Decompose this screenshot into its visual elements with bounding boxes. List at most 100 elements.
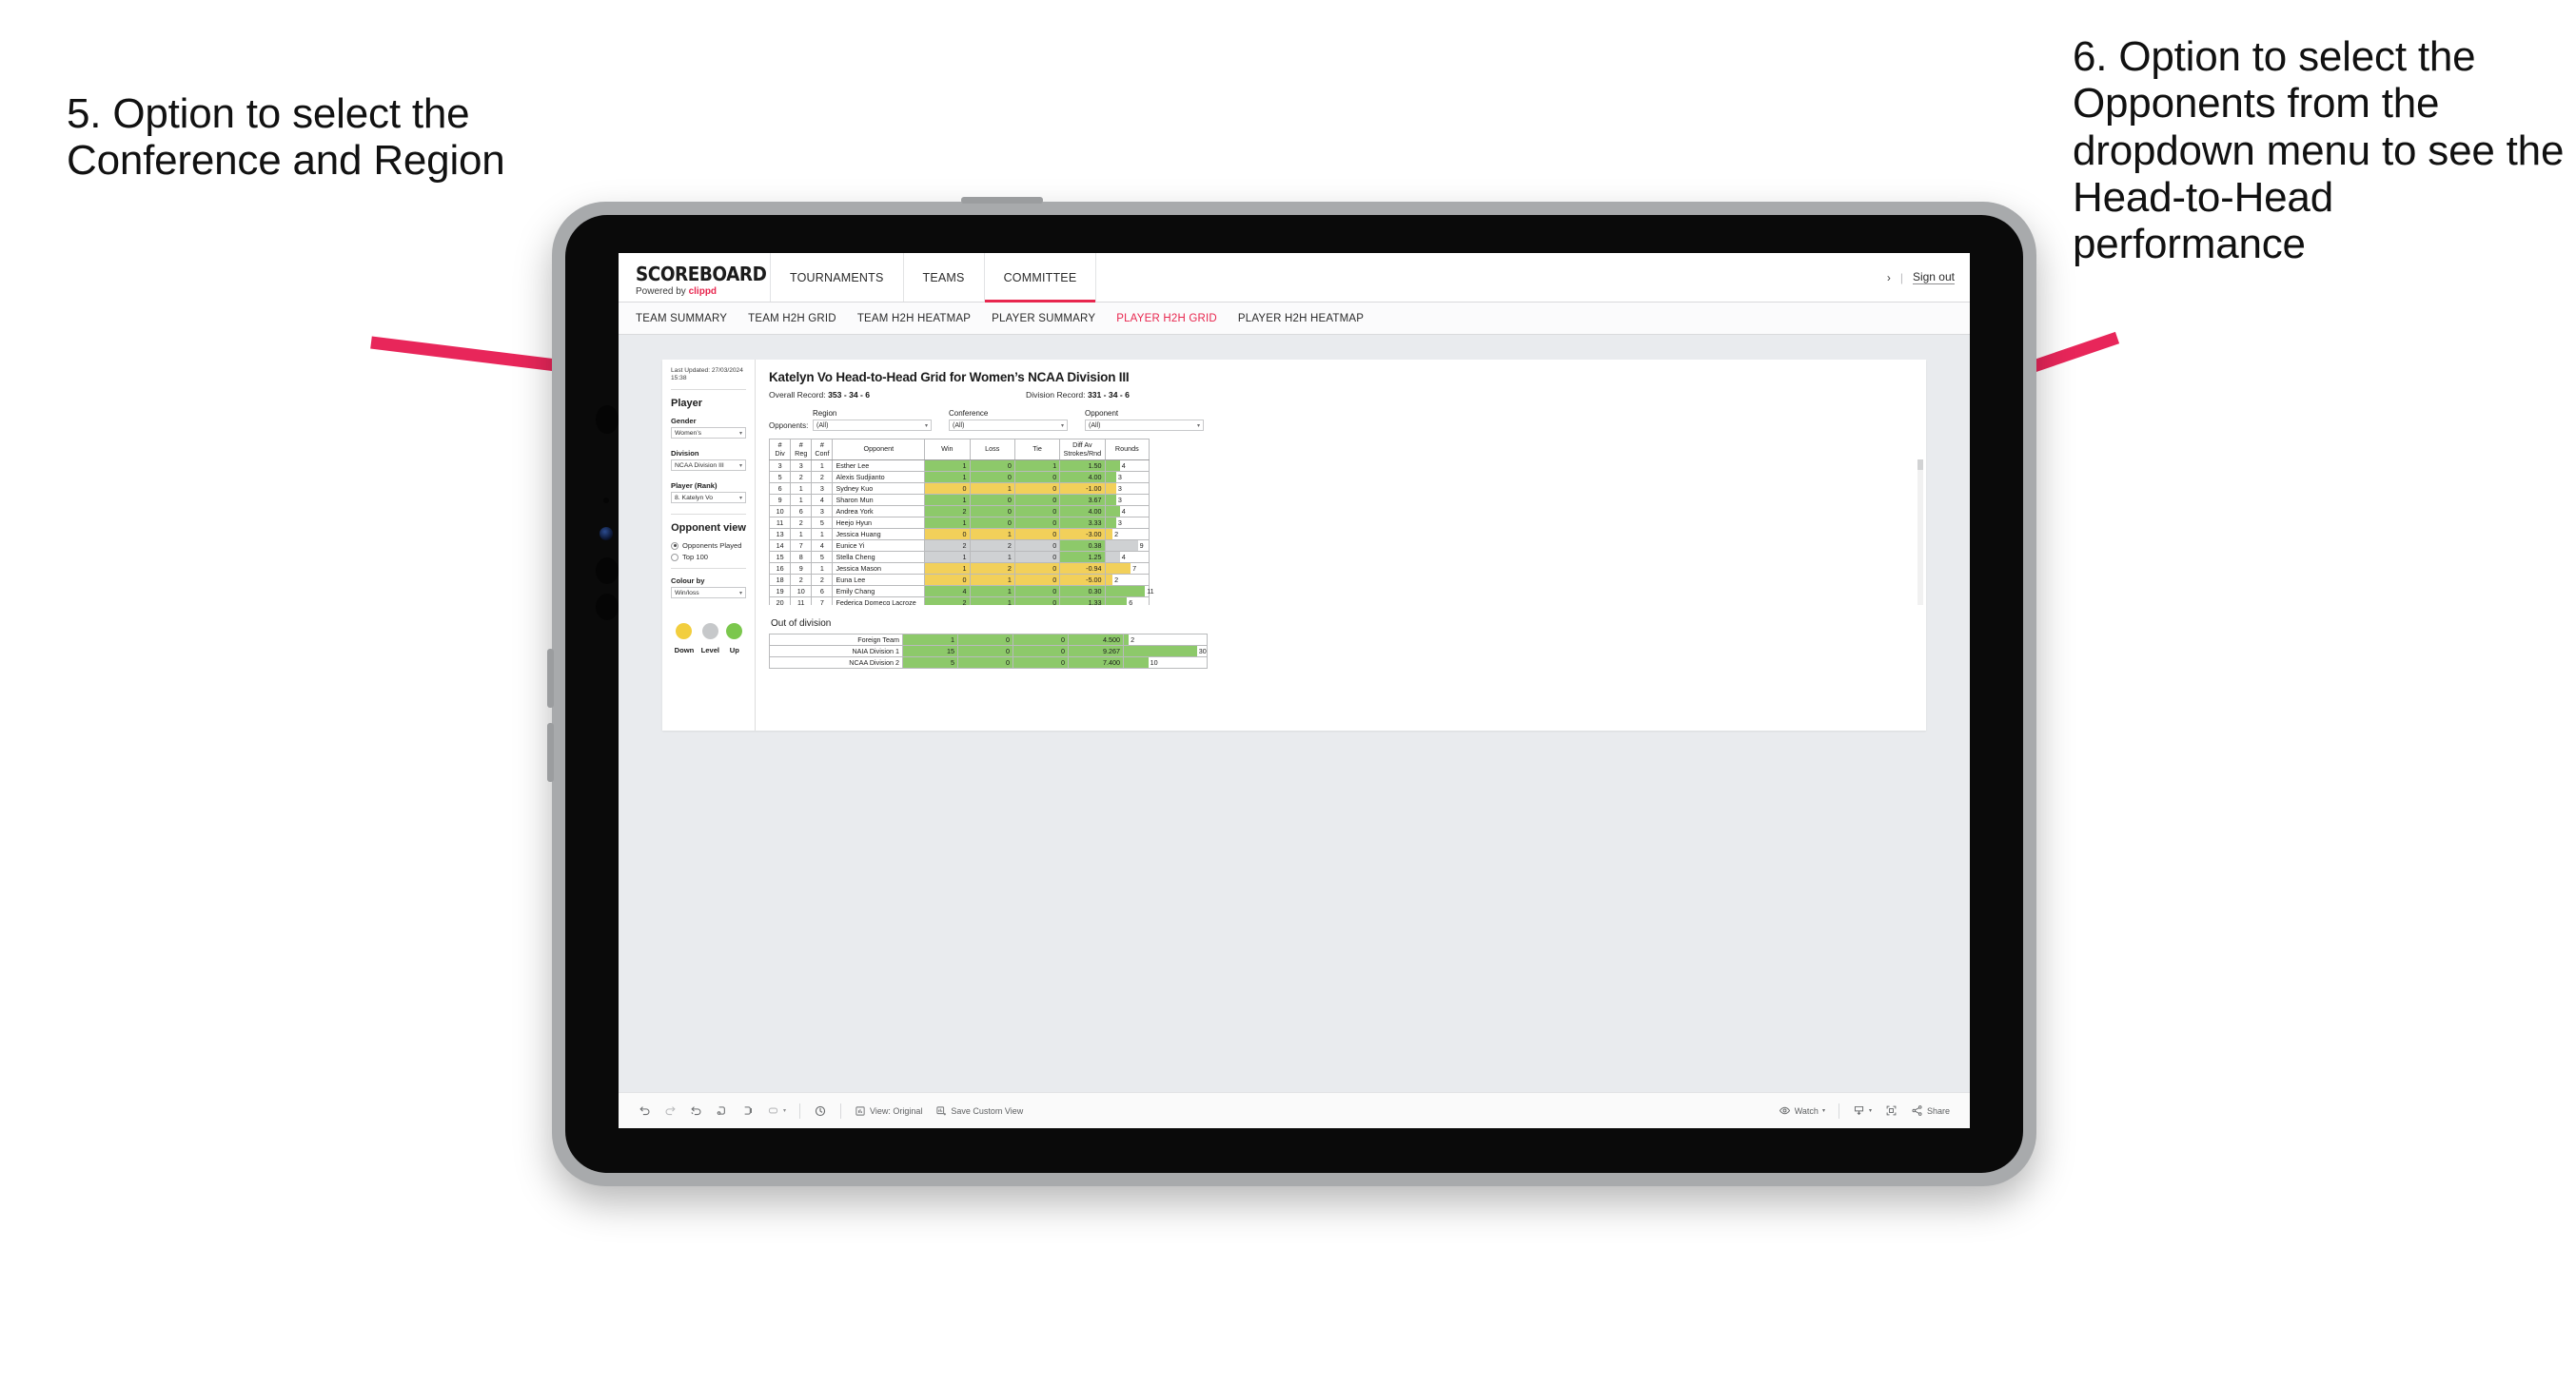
out-of-division-title: Out of division (771, 618, 832, 629)
cell-reg: 2 (790, 471, 813, 483)
share-button[interactable]: Share (1904, 1104, 1957, 1117)
player-rank-field-label: Player (Rank) (671, 481, 718, 491)
grid-scrollbar-thumb[interactable] (1917, 459, 1923, 470)
radio-opponents-played[interactable]: Opponents Played (671, 541, 746, 550)
rounds-bar (1105, 575, 1113, 585)
cell-reg: 1 (790, 482, 813, 495)
out-of-division-row[interactable]: NCAA Division 2 5 0 0 7.400 10 (769, 656, 1208, 669)
topnav-item-tournaments[interactable]: TOURNAMENTS (771, 253, 904, 302)
topnav-item-committee[interactable]: COMMITTEE (984, 253, 1097, 303)
colour-by-dropdown[interactable]: Win/loss ▾ (671, 587, 746, 599)
radio-icon-unselected (671, 553, 678, 561)
radio-top-100[interactable]: Top 100 (671, 553, 746, 561)
cell-rounds: 9 (1104, 539, 1150, 552)
rounds-bar (1105, 506, 1120, 517)
brand-title: SCOREBOARD (636, 262, 767, 285)
col-header-reg-line2: Reg (795, 448, 808, 458)
division-dropdown[interactable]: NCAA Division III ▾ (671, 459, 746, 472)
grid-vertical-scrollbar[interactable] (1917, 459, 1923, 605)
radio-icon-selected (671, 541, 678, 550)
table-row[interactable]: 19 10 6 Emily Chang 4 1 0 0.30 11 (769, 585, 1154, 597)
sign-out-link[interactable]: Sign out (1912, 270, 1955, 284)
subnav-item-team-h2h-grid[interactable]: TEAM H2H GRID (748, 313, 857, 324)
table-row[interactable]: 3 3 1 Esther Lee 1 0 1 1.50 4 (769, 459, 1150, 472)
cell-tie: 0 (1013, 494, 1061, 506)
fullscreen-button[interactable] (1878, 1104, 1904, 1117)
subnav-item-team-h2h-heatmap[interactable]: TEAM H2H HEATMAP (857, 313, 992, 324)
table-row[interactable]: 13 1 1 Jessica Huang 0 1 0 -3.00 2 (769, 528, 1150, 540)
cell-opponent: Federica Domecq Lacroze (832, 596, 926, 605)
subnav-item-player-h2h-heatmap[interactable]: PLAYER H2H HEATMAP (1238, 313, 1385, 324)
table-row[interactable]: 10 6 3 Andrea York 2 0 0 4.00 4 (769, 505, 1150, 517)
cell-diff-av-strokes: -1.00 (1059, 482, 1106, 495)
cell-tie: 0 (1013, 539, 1061, 552)
toolbar-divider-1 (799, 1103, 801, 1119)
cell-ood-loss: 0 (957, 656, 1013, 669)
page-title: Katelyn Vo Head-to-Head Grid for Women’s… (769, 370, 1130, 384)
pause-auto-update-button[interactable] (735, 1104, 760, 1117)
main-content: Katelyn Vo Head-to-Head Grid for Women’s… (756, 360, 1926, 731)
division-value: NCAA Division III (675, 461, 724, 469)
volume-down-button[interactable] (547, 723, 554, 782)
filter-row: Opponents: Region (All) ▾ Conference (Al… (769, 409, 1915, 431)
subnav-item-team-summary[interactable]: TEAM SUMMARY (636, 313, 748, 324)
table-row[interactable]: 15 8 5 Stella Cheng 1 1 0 1.25 4 (769, 551, 1150, 563)
cell-rounds: 2 (1104, 574, 1150, 586)
legend-label-down: Down (674, 646, 695, 655)
head-to-head-grid-scroll[interactable]: #Div #Reg #Conf Opponent Win Loss Tie (769, 439, 1915, 605)
grid-header-row: #Div #Reg #Conf Opponent Win Loss Tie (769, 439, 1150, 460)
revert-button[interactable] (683, 1104, 709, 1117)
gender-dropdown[interactable]: Women’s ▾ (671, 427, 746, 439)
table-row[interactable]: 18 2 2 Euna Lee 0 1 0 -5.00 2 (769, 574, 1150, 586)
player-rank-dropdown[interactable]: 8. Katelyn Vo ▾ (671, 492, 746, 504)
rounds-value: 7 (1132, 564, 1137, 573)
cell-loss: 1 (969, 585, 1015, 597)
redo-button[interactable] (658, 1104, 683, 1117)
out-of-division-row[interactable]: NAIA Division 1 15 0 0 9.267 30 (769, 645, 1208, 657)
rounds-value: 9 (1139, 541, 1144, 550)
rounds-bar (1105, 540, 1138, 551)
undo-button[interactable] (632, 1104, 658, 1117)
cell-reg: 1 (790, 494, 813, 506)
conference-filter-label: Conference (949, 409, 989, 418)
power-button[interactable] (961, 197, 1043, 204)
cell-ood-win: 5 (902, 656, 958, 669)
table-row[interactable]: 5 2 2 Alexis Sudjianto 1 0 0 4.00 3 (769, 471, 1150, 483)
download-button[interactable]: ▾ (1846, 1104, 1878, 1117)
region-dropdown[interactable]: (All) ▾ (813, 420, 932, 431)
cell-div: 19 (769, 585, 792, 597)
cell-opponent: Jessica Huang (832, 528, 926, 540)
cell-loss: 2 (969, 539, 1015, 552)
cell-reg: 7 (790, 539, 813, 552)
volume-up-button[interactable] (547, 649, 554, 708)
sidebar-divider-2 (671, 514, 746, 516)
table-row[interactable]: 16 9 1 Jessica Mason 1 2 0 -0.94 7 (769, 562, 1150, 575)
save-custom-view-button[interactable]: Save Custom View (929, 1105, 1030, 1117)
pause-updates-button[interactable] (807, 1104, 834, 1118)
rounds-value: 10 (1150, 658, 1158, 667)
brand-logo[interactable]: SCOREBOARD Powered by clippd (619, 253, 771, 302)
rounds-value: 2 (1131, 635, 1135, 644)
table-row[interactable]: 20 11 7 Federica Domecq Lacroze 2 1 0 1.33 6 (769, 596, 1150, 605)
cell-diff-av-strokes: 1.33 (1059, 596, 1106, 605)
subnav-item-player-h2h-grid[interactable]: PLAYER H2H GRID (1116, 313, 1238, 324)
rounds-value: 4 (1121, 507, 1126, 516)
rounds-value: 3 (1117, 518, 1122, 527)
topnav-item-teams[interactable]: TEAMS (904, 253, 985, 302)
table-row[interactable]: 11 2 5 Heejo Hyun 1 0 0 3.33 3 (769, 517, 1150, 529)
opponent-dropdown[interactable]: (All) ▾ (1085, 420, 1204, 431)
watch-button[interactable]: Watch ▾ (1772, 1104, 1832, 1117)
table-row[interactable]: 14 7 4 Eunice Yi 2 2 0 0.38 9 (769, 539, 1150, 552)
chevron-right-icon[interactable]: › (1887, 271, 1891, 284)
out-of-division-row[interactable]: Foreign Team 1 0 0 4.500 2 (769, 634, 1208, 646)
rounds-bar (1105, 483, 1116, 494)
conference-dropdown[interactable]: (All) ▾ (949, 420, 1068, 431)
view-original-button[interactable]: View: Original (848, 1105, 929, 1117)
table-row[interactable]: 6 1 3 Sydney Kuo 0 1 0 -1.00 3 (769, 482, 1150, 495)
refresh-button[interactable] (709, 1104, 735, 1117)
cell-ood-win: 15 (902, 645, 958, 657)
col-header-rounds: Rounds (1104, 439, 1150, 460)
undo-history-dropdown[interactable]: ▾ (760, 1104, 793, 1117)
subnav-item-player-summary[interactable]: PLAYER SUMMARY (992, 313, 1116, 324)
table-row[interactable]: 9 1 4 Sharon Mun 1 0 0 3.67 3 (769, 494, 1150, 506)
